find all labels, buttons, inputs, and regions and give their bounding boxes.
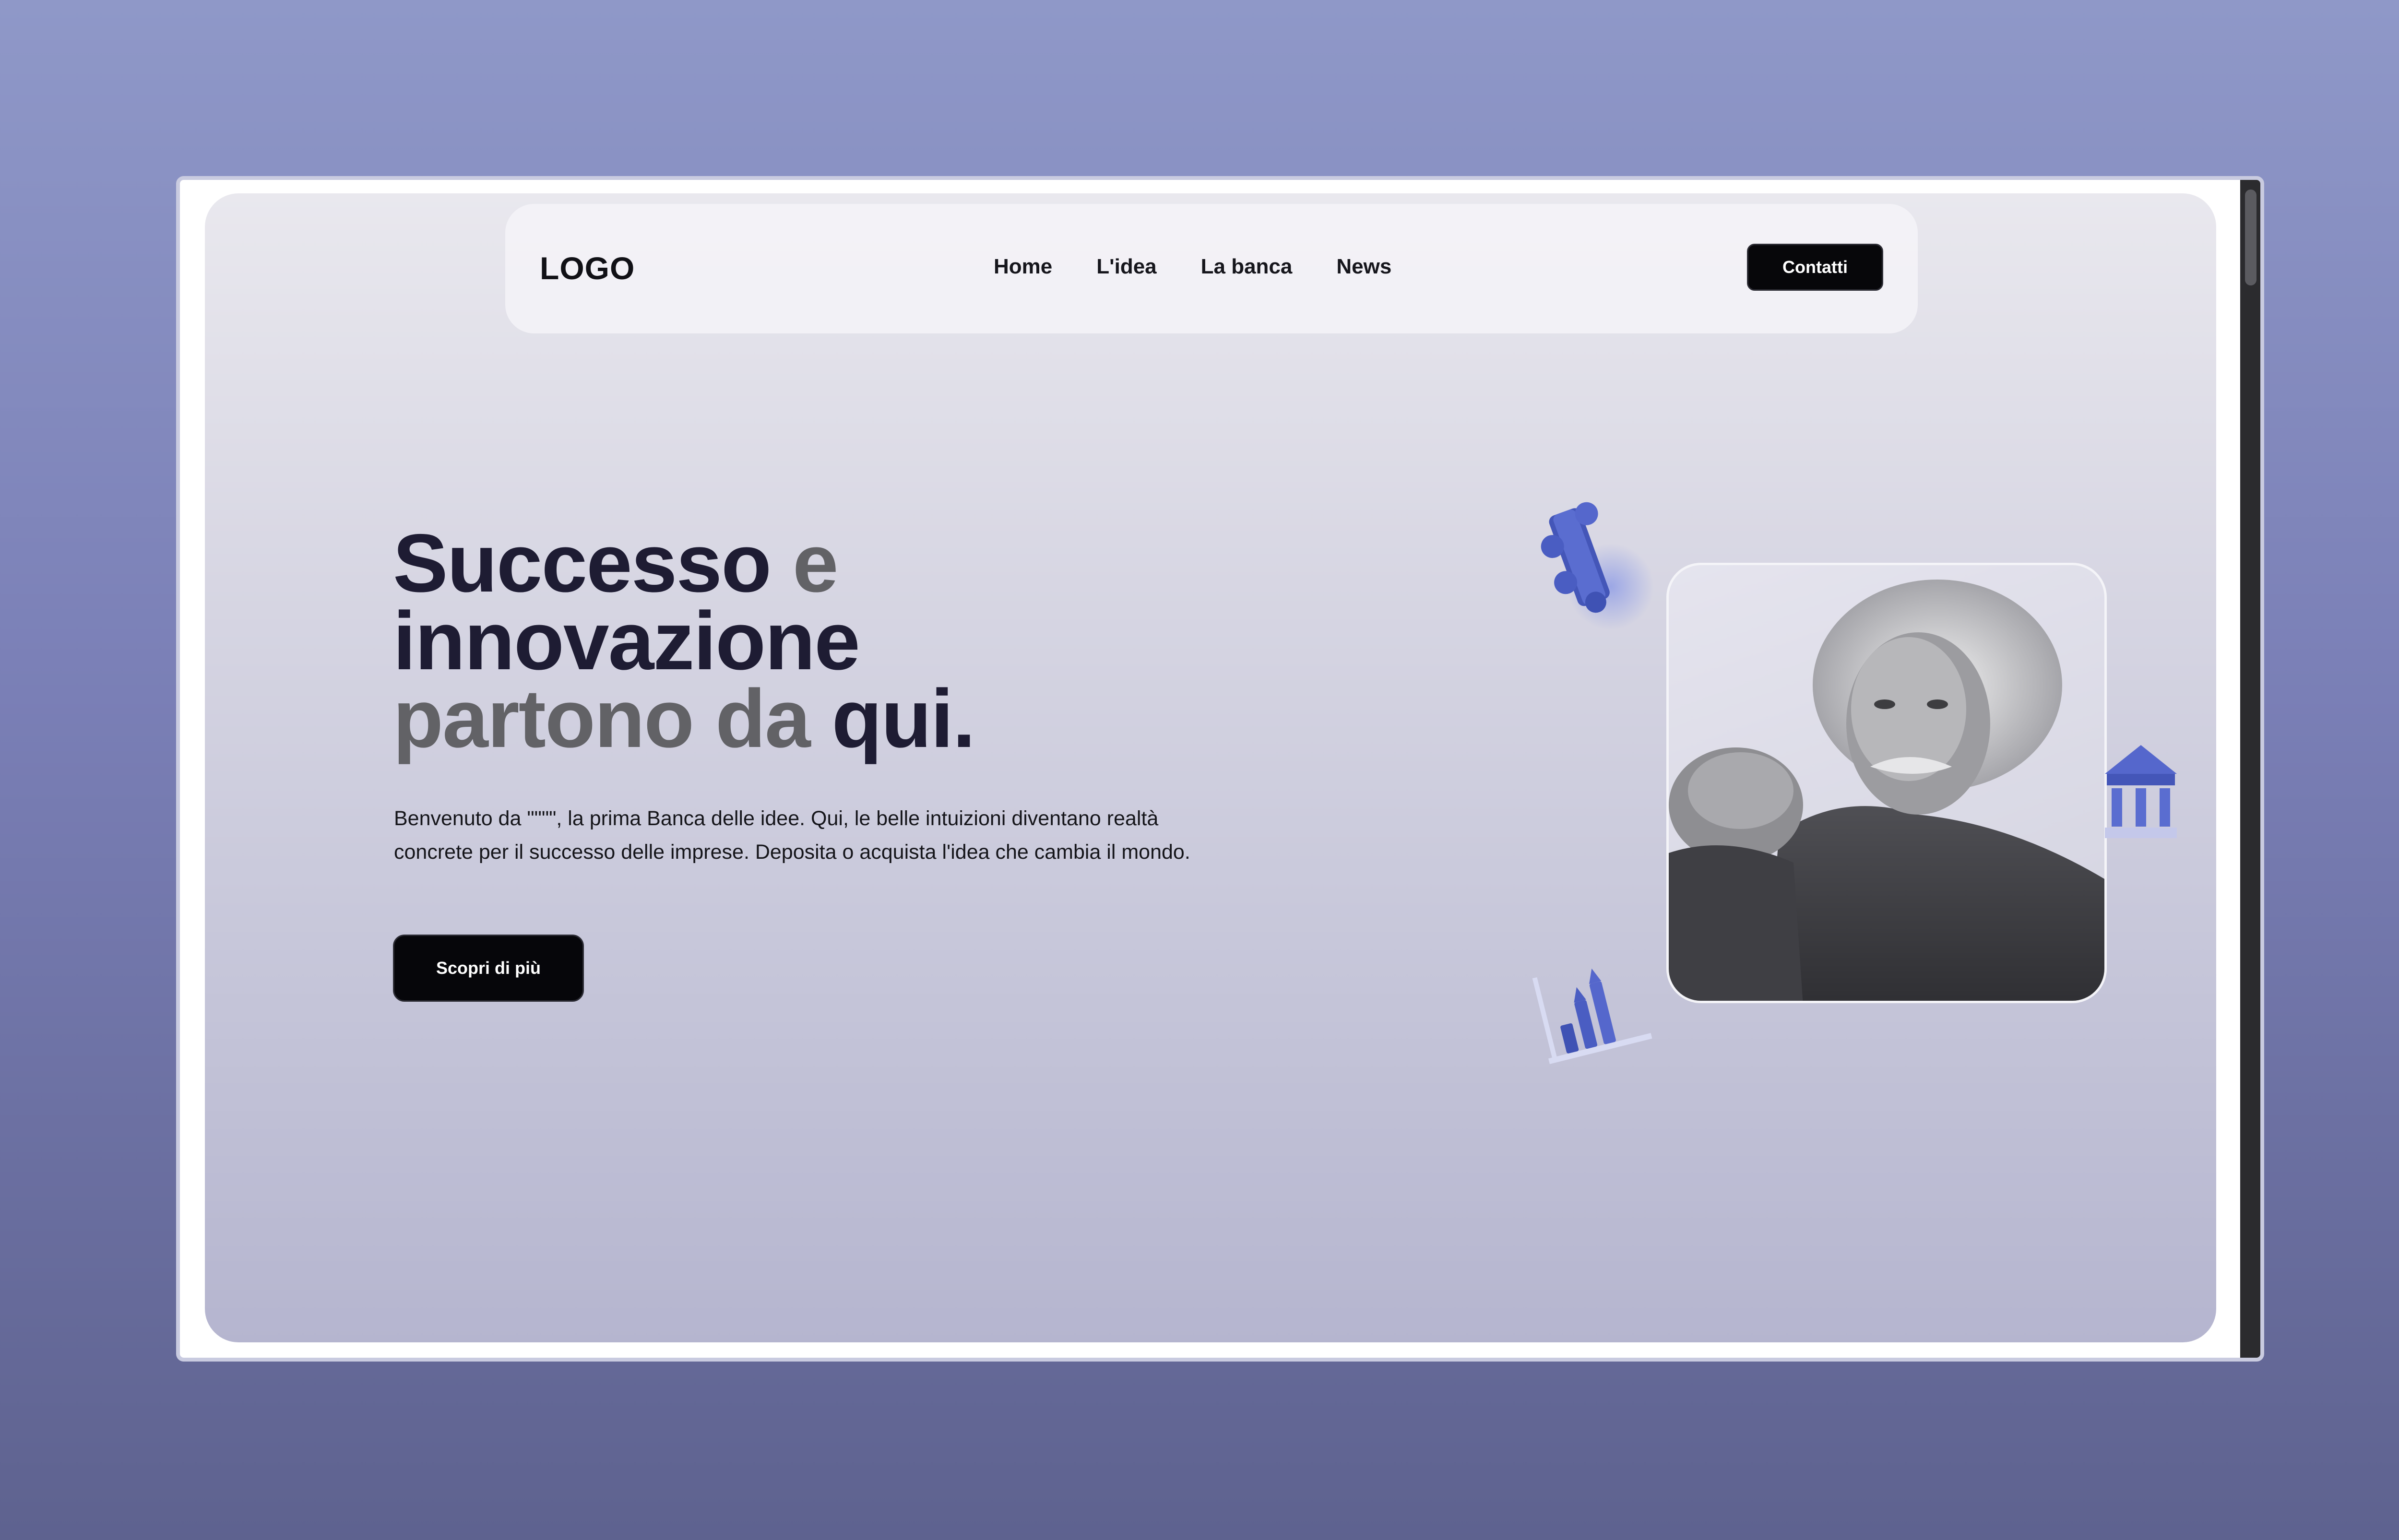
hero-description: Benvenuto da """", la prima Banca delle … [394, 807, 1190, 864]
nav-link-news[interactable]: News [1336, 255, 1391, 279]
hero-illustration [1520, 491, 2177, 1086]
portrait-photo [1666, 563, 2107, 1003]
hero-title: Successo e innovazione partono da qui. [393, 522, 975, 760]
hero-title-part4: partono da [393, 673, 832, 765]
growth-chart-icon [1532, 968, 1652, 1064]
puzzle-icon [1541, 502, 1654, 630]
scrollbar[interactable] [2240, 180, 2260, 1358]
logo[interactable]: LOGO [540, 250, 635, 286]
nav-links: Home L'idea La banca News [994, 255, 1391, 279]
discover-more-button[interactable]: Scopri di più [393, 935, 584, 1002]
hero-title-part5: qui. [831, 673, 975, 765]
portrait-image [1669, 580, 2104, 1001]
navbar: LOGO Home L'idea La banca News Contatti [505, 204, 1918, 333]
landing-page: LOGO Home L'idea La banca News Contatti … [205, 193, 2216, 1342]
nav-link-la-banca[interactable]: La banca [1201, 255, 1293, 279]
browser-window: LOGO Home L'idea La banca News Contatti … [176, 176, 2264, 1362]
scrollbar-thumb[interactable] [2245, 190, 2256, 285]
nav-link-idea[interactable]: L'idea [1096, 255, 1156, 279]
nav-link-home[interactable]: Home [994, 255, 1052, 279]
contact-button[interactable]: Contatti [1747, 244, 1883, 291]
bank-icon [2105, 745, 2177, 838]
